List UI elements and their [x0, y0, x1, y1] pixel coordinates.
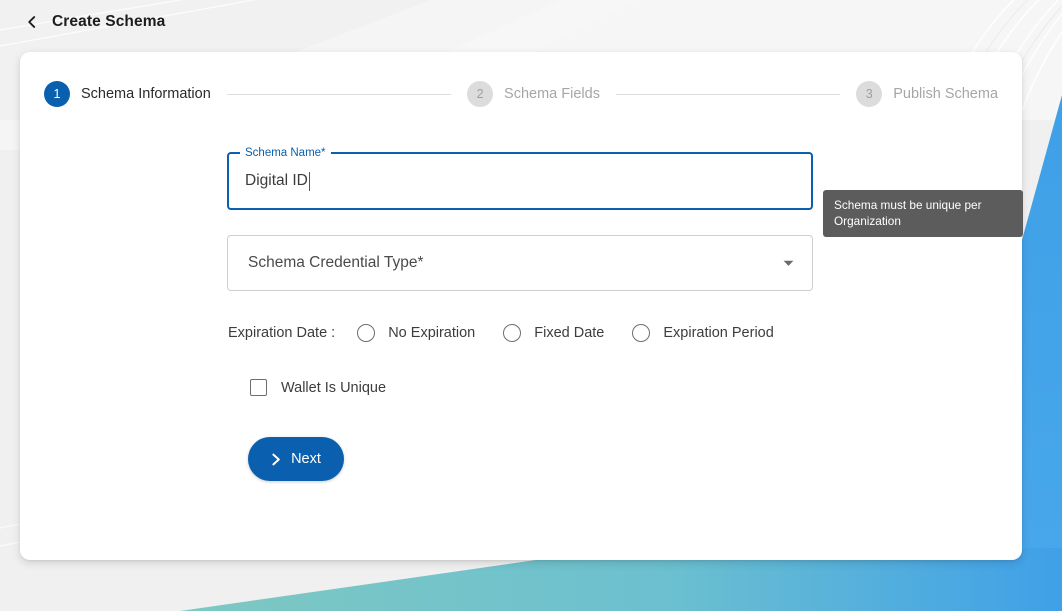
stepper: 1 Schema Information 2 Schema Fields 3 P…	[44, 74, 998, 114]
text-caret	[308, 171, 311, 191]
create-schema-card: 1 Schema Information 2 Schema Fields 3 P…	[20, 52, 1022, 560]
wallet-is-unique-checkbox-mark[interactable]	[250, 379, 267, 396]
schema-name-field[interactable]: Schema Name* Digital ID	[227, 146, 813, 210]
schema-credential-type-select[interactable]: Schema Credential Type*	[227, 235, 813, 291]
radio-expiration-period-label: Expiration Period	[663, 325, 774, 341]
radio-no-expiration-mark[interactable]	[357, 324, 376, 342]
schema-name-tooltip: Schema must be unique per Organization	[823, 190, 1023, 237]
step-1-label: Schema Information	[81, 86, 211, 102]
expiration-date-row: Expiration Date : No Expiration Fixed Da…	[227, 324, 827, 342]
stepper-connector-2	[615, 93, 841, 95]
next-button[interactable]: Next	[248, 437, 344, 481]
radio-fixed-date[interactable]: Fixed Date	[503, 324, 604, 342]
wallet-is-unique-label: Wallet Is Unique	[281, 379, 387, 396]
page-header: Create Schema	[0, 0, 1062, 44]
radio-expiration-period[interactable]: Expiration Period	[632, 324, 774, 342]
stepper-step-1[interactable]: 1 Schema Information	[44, 81, 211, 107]
chevron-right-icon	[271, 453, 282, 466]
step-3-number: 3	[856, 81, 883, 107]
schema-credential-type-placeholder: Schema Credential Type*	[248, 254, 424, 271]
chevron-down-icon	[782, 257, 794, 269]
step-2-number: 2	[467, 81, 494, 107]
radio-expiration-period-mark[interactable]	[632, 324, 651, 342]
radio-no-expiration[interactable]: No Expiration	[357, 324, 475, 342]
step-1-number: 1	[44, 81, 70, 107]
next-button-label: Next	[291, 451, 321, 467]
radio-fixed-date-mark[interactable]	[503, 324, 522, 342]
schema-name-label: Schema Name*	[240, 146, 331, 160]
step-2-label: Schema Fields	[504, 86, 600, 102]
chevron-left-icon	[28, 16, 36, 28]
schema-name-value: Digital ID	[245, 172, 308, 189]
page-title: Create Schema	[52, 13, 166, 30]
schema-information-form: Schema Name* Digital ID Schema Credentia…	[227, 146, 827, 481]
expiration-date-label: Expiration Date :	[228, 325, 336, 341]
stepper-step-2[interactable]: 2 Schema Fields	[467, 81, 600, 107]
back-button[interactable]	[24, 14, 40, 30]
stepper-step-3[interactable]: 3 Publish Schema	[856, 81, 998, 107]
schema-name-input[interactable]: Digital ID	[245, 171, 311, 191]
stepper-connector-1	[226, 93, 452, 95]
radio-fixed-date-label: Fixed Date	[534, 325, 605, 341]
step-3-label: Publish Schema	[893, 86, 999, 102]
radio-no-expiration-label: No Expiration	[388, 325, 476, 341]
wallet-is-unique-checkbox[interactable]: Wallet Is Unique	[227, 379, 386, 396]
